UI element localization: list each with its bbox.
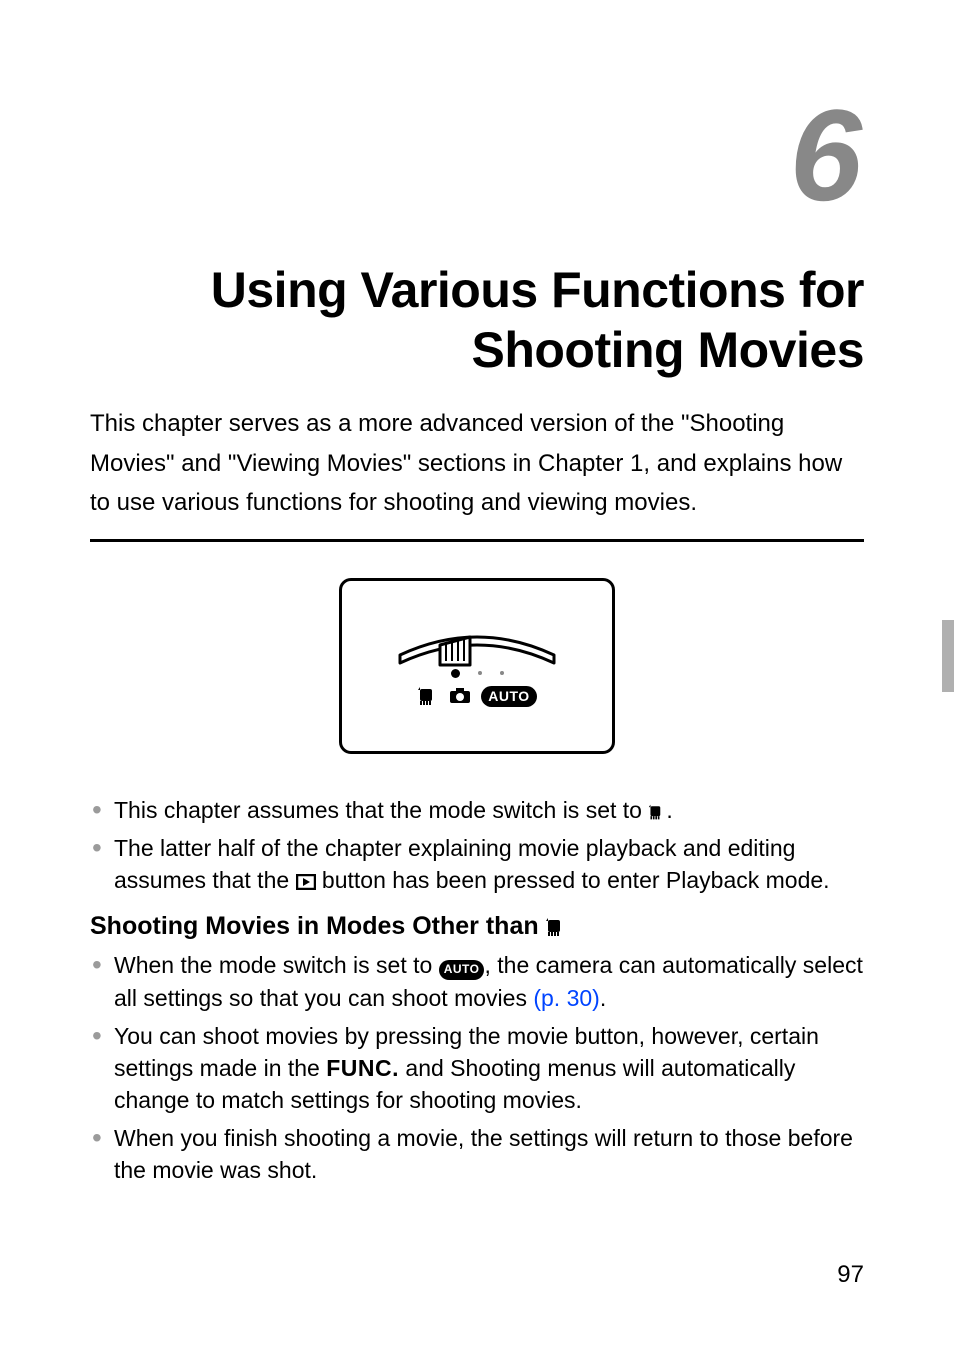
- list-item: This chapter assumes that the mode switc…: [90, 794, 864, 826]
- list-item: When the mode switch is set to AUTO, the…: [90, 949, 864, 1013]
- switch-track: [396, 625, 558, 661]
- list-text: When you finish shooting a movie, the se…: [114, 1125, 853, 1183]
- movie-mode-icon: [545, 917, 567, 937]
- list-text: button has been pressed to enter Playbac…: [316, 867, 830, 893]
- list-item: The latter half of the chapter explainin…: [90, 832, 864, 896]
- movie-mode-icon: [417, 687, 439, 705]
- chapter-intro: This chapter serves as a more advanced v…: [90, 404, 864, 523]
- playback-icon: [296, 874, 316, 890]
- list-text: This chapter assumes that the mode switc…: [114, 797, 648, 823]
- page-link[interactable]: (p. 30): [533, 985, 599, 1011]
- auto-pill-icon: AUTO: [439, 960, 485, 980]
- top-bullet-list: This chapter assumes that the mode switc…: [90, 794, 864, 897]
- sub-heading-text: Shooting Movies in Modes Other than: [90, 912, 539, 941]
- list-item: You can shoot movies by pressing the mov…: [90, 1020, 864, 1117]
- func-text-icon: FUNC.: [326, 1055, 399, 1081]
- camera-icon: [449, 687, 471, 705]
- mode-labels: AUTO: [417, 686, 536, 707]
- page-content: 6 Using Various Functions for Shooting M…: [0, 0, 954, 1187]
- list-item: When you finish shooting a movie, the se…: [90, 1122, 864, 1186]
- divider: [90, 539, 864, 542]
- list-text: When the mode switch is set to: [114, 952, 439, 978]
- movie-mode-icon: [648, 804, 666, 820]
- mode-switch-figure: AUTO: [339, 578, 615, 754]
- sub-heading: Shooting Movies in Modes Other than: [90, 912, 864, 941]
- chapter-number: 6: [90, 90, 864, 220]
- list-text: .: [600, 985, 606, 1011]
- auto-pill-icon: AUTO: [481, 686, 536, 707]
- chapter-title: Using Various Functions for Shooting Mov…: [90, 260, 864, 380]
- bottom-bullet-list: When the mode switch is set to AUTO, the…: [90, 949, 864, 1186]
- list-text: .: [666, 797, 672, 823]
- side-tab: [942, 620, 954, 692]
- page-number: 97: [837, 1261, 864, 1289]
